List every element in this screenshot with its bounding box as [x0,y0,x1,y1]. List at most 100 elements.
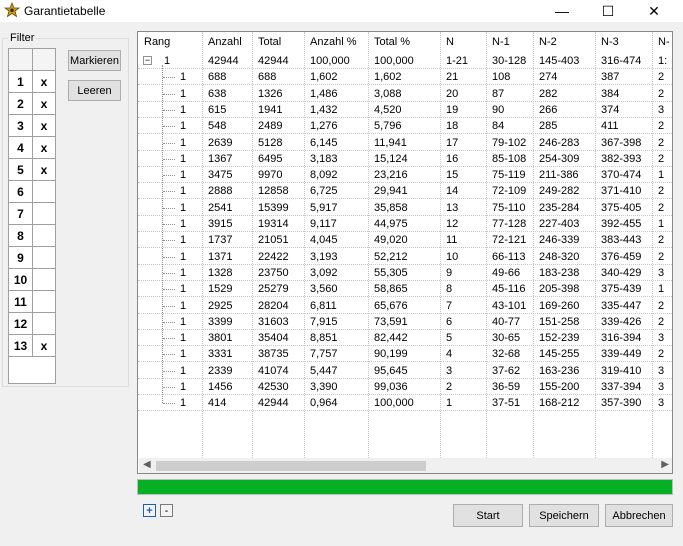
table-cell: 8,092 [310,169,338,182]
table-cell: 3,390 [310,381,338,393]
filter-row[interactable]: 11 [9,291,55,313]
filter-row[interactable]: 3x [9,115,55,137]
filter-row-mark[interactable]: x [33,159,55,181]
filter-row[interactable]: 12 [9,313,55,335]
horizontal-scrollbar[interactable]: ◀ ▶ [139,458,672,473]
scroll-right-icon[interactable]: ▶ [661,459,669,470]
table-cell: 99,036 [374,381,408,393]
table-cell: 3331 [208,348,233,361]
filter-row-mark[interactable]: x [33,93,55,115]
filter-row[interactable]: 4x [9,137,55,159]
table-row[interactable]: 1 1529 25279 3,560 58,865 8 45-116 205-398 375-4… [138,281,672,298]
column-header[interactable]: N [446,36,454,48]
column-header[interactable]: Total % [374,36,410,48]
tree-root-row[interactable]: − 1 42944 42944 100,000 100,000 1-21 30-128 145-… [138,53,672,69]
table-row[interactable]: 1 3331 38735 7,757 90,199 4 32-68 145-255 339-44… [138,346,672,363]
table-cell: 2541 [208,201,233,214]
table-row[interactable]: 1 1328 23750 3,092 55,305 9 49-66 183-238 340-42… [138,265,672,281]
clear-button[interactable]: Leeren [68,80,121,101]
column-header[interactable]: N-3 [601,36,619,48]
filter-row[interactable]: 10 [9,269,55,291]
table-row[interactable]: 1 3475 9970 8,092 23,216 15 75-119 211-386 370-4… [138,167,672,184]
column-header[interactable]: Anzahl [208,36,242,48]
table-row[interactable]: 1 1737 21051 4,045 49,020 11 72-121 246-339 383-… [138,232,672,249]
table-row[interactable]: 1 2888 12858 6,725 29,941 14 72-109 249-282 371-… [138,183,672,200]
table-row[interactable]: 1 2339 41074 5,447 95,645 3 37-62 163-236 319-41… [138,363,672,379]
table-cell: 339-426 [601,315,642,328]
table-row[interactable]: 1 3801 35404 8,851 82,442 5 30-65 152-239 316-39… [138,330,672,347]
filter-row-mark[interactable]: x [33,335,55,357]
table-cell: 28204 [258,299,289,312]
filter-row-mark[interactable] [33,181,55,203]
column-header[interactable]: N- [658,36,670,48]
table-cell: 151-258 [539,315,580,328]
cancel-button[interactable]: Abbrechen [605,504,673,527]
mark-button[interactable]: Markieren [68,50,121,71]
tree-connector [163,240,175,242]
filter-row-mark[interactable] [33,313,55,335]
table-row[interactable]: 1 414 42944 0,964 100,000 1 37-51 168-212 357-39… [138,395,672,412]
save-button[interactable]: Speichern [529,504,599,527]
filter-row[interactable]: 13 x [9,335,55,357]
table-row[interactable]: 1 1371 22422 3,193 52,212 10 66-113 248-320 376-… [138,249,672,265]
filter-row[interactable]: 9 [9,247,55,269]
filter-row[interactable]: 2x [9,93,55,115]
guarantee-tree-table[interactable]: ◀ ▶ Rang Anzahl Total Anzahl % Total % N N-1 N-… [137,31,673,474]
collapse-all-button[interactable]: - [160,504,173,517]
collapse-icon[interactable]: − [143,56,152,65]
close-button[interactable]: ✕ [631,0,677,22]
table-cell: 72-109 [492,185,527,198]
expand-all-button[interactable]: + [143,504,156,517]
table-cell: 548 [208,120,227,133]
filter-row[interactable]: 1x [9,71,55,93]
filter-row-mark[interactable]: x [33,115,55,137]
table-row[interactable]: 1 638 1326 1,486 3,088 20 87 282 384 2 [138,86,672,102]
column-header[interactable]: Total [258,36,281,48]
table-row[interactable]: 1 2541 15399 5,917 35,858 13 75-110 235-284 375-… [138,200,672,216]
scroll-left-icon[interactable]: ◀ [143,459,151,470]
table-cell: 3,092 [310,266,338,279]
column-header[interactable]: N-2 [539,36,557,48]
table-cell: 235-284 [539,201,580,214]
minimize-button[interactable]: — [539,0,585,22]
maximize-button[interactable]: ☐ [585,0,631,22]
table-cell: 3,183 [310,152,338,165]
table-row[interactable]: 1 548 2489 1,276 5,796 18 84 285 411 2 [138,118,672,135]
scroll-thumb[interactable] [156,461,426,471]
table-row[interactable]: 1 615 1941 1,432 4,520 19 90 266 374 3 [138,102,672,118]
filter-row-mark[interactable] [33,247,55,269]
table-row[interactable]: 1 3915 19314 9,117 44,975 12 77-128 227-403 392-… [138,216,672,232]
filter-row[interactable]: 8 [9,225,55,247]
filter-row-mark[interactable] [33,269,55,291]
table-cell: 1-21 [446,55,469,67]
table-row[interactable]: 1 2639 5128 6,145 11,941 17 79-102 246-283 367-3… [138,135,672,151]
table-cell: 411 [601,120,619,133]
table-row[interactable]: 1 3399 31603 7,915 73,591 6 40-77 151-258 339-42… [138,314,672,330]
filter-row-mark[interactable] [33,225,55,247]
column-header[interactable]: Rang [144,36,170,48]
tree-connector [163,191,175,193]
table-cell: 29,941 [374,185,408,198]
filter-row-mark[interactable] [33,291,55,313]
filter-row[interactable]: 6 [9,181,55,203]
table-cell: 3915 [208,218,233,230]
table-cell: 205-398 [539,283,580,296]
filter-row-mark[interactable]: x [33,137,55,159]
filter-grid[interactable]: 1 x 2 x 3 x 4 x 5 x 6 7 8 9 10 11 12 13 x [8,48,56,384]
column-header[interactable]: Anzahl % [310,36,356,48]
filter-row-mark[interactable]: x [33,71,55,93]
filter-row-mark[interactable] [33,203,55,225]
table-cell: 357-390 [601,397,642,410]
table-row[interactable]: 1 1456 42530 3,390 99,036 2 36-59 155-200 337-39… [138,379,672,395]
table-row[interactable]: 1 1367 6495 3,183 15,124 16 85-108 254-309 382-3… [138,151,672,167]
table-row[interactable]: 1 2925 28204 6,811 65,676 7 43-101 169-260 335-4… [138,298,672,314]
column-header[interactable]: N-1 [492,36,510,48]
table-cell: 337-394 [601,381,642,393]
table-cell: 3399 [208,315,233,328]
start-button[interactable]: Start [453,504,523,527]
table-cell: 35,858 [374,201,408,214]
filter-row[interactable]: 7 [9,203,55,225]
table-cell: 1737 [208,234,233,247]
filter-row[interactable]: 5x [9,159,55,181]
table-row[interactable]: 1 688 688 1,602 1,602 21 108 274 387 2 [138,69,672,86]
